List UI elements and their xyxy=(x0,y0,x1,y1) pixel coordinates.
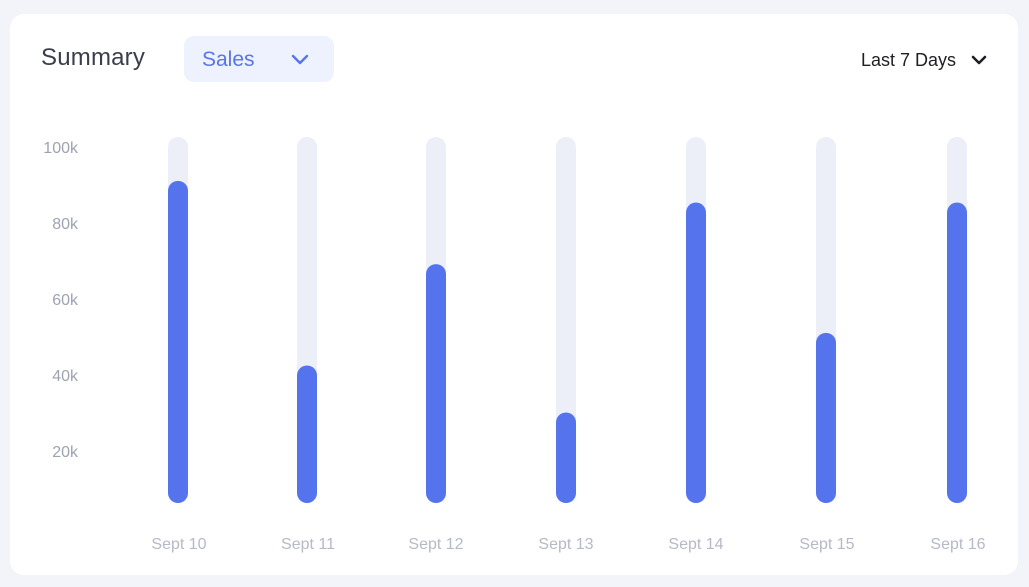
x-tick-label: Sept 10 xyxy=(151,536,206,553)
y-tick-label: 20k xyxy=(52,444,79,461)
x-tick-label: Sept 14 xyxy=(668,536,723,553)
bar[interactable] xyxy=(556,412,576,504)
y-tick-label: 60k xyxy=(52,292,79,309)
sales-bar-chart: 20k 40k 60k 80k 100k Sept 10 Sept 11 Sept 12 Sep… xyxy=(43,137,986,553)
bar[interactable] xyxy=(297,365,317,503)
bar[interactable] xyxy=(168,180,188,503)
x-tick-label: Sept 13 xyxy=(538,536,593,553)
y-tick-label: 100k xyxy=(43,140,79,157)
bar[interactable] xyxy=(686,202,706,504)
bar[interactable] xyxy=(426,264,446,503)
x-tick-label: Sept 15 xyxy=(799,536,854,553)
summary-card: Summary Sales Last 7 Days 20k 40k 60k 80k 10… xyxy=(10,14,1018,575)
x-tick-label: Sept 11 xyxy=(281,536,335,553)
x-tick-label: Sept 12 xyxy=(408,536,463,553)
y-tick-label: 40k xyxy=(52,368,79,385)
bar[interactable] xyxy=(816,332,836,503)
y-tick-label: 80k xyxy=(52,216,79,233)
bar[interactable] xyxy=(947,202,967,504)
x-tick-label: Sept 16 xyxy=(930,536,985,553)
